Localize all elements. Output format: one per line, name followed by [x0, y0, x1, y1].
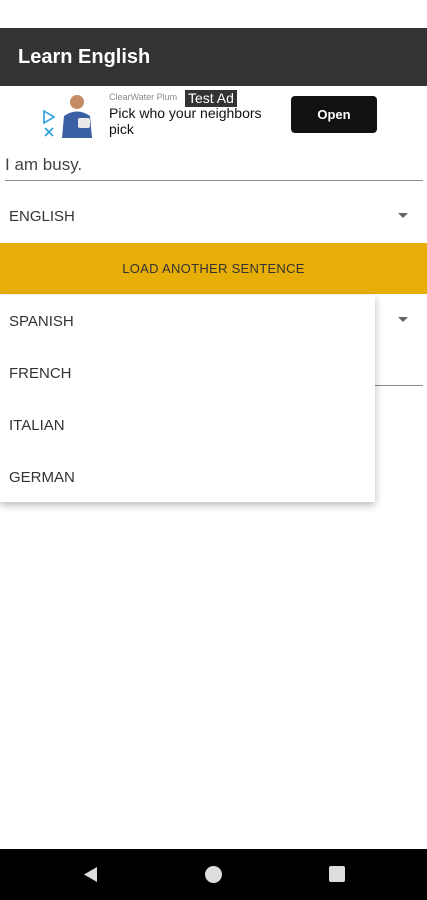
- app-bar: Learn English: [0, 28, 427, 86]
- ad-brand-name: ClearWater Plum: [109, 92, 178, 102]
- back-icon[interactable]: [82, 866, 98, 883]
- language-dropdown-menu: SPANISH FRENCH ITALIAN GERMAN: [0, 295, 375, 502]
- dropdown-arrow-icon: [398, 213, 408, 218]
- menu-item-spanish[interactable]: SPANISH: [0, 295, 375, 347]
- load-another-sentence-button[interactable]: LOAD ANOTHER SENTENCE: [0, 243, 427, 294]
- ad-headline[interactable]: Pick who your neighbors pick: [109, 105, 285, 137]
- status-bar: [0, 0, 427, 28]
- navigation-bar: [0, 849, 427, 900]
- ad-open-button[interactable]: Open: [291, 96, 377, 133]
- recents-icon[interactable]: [329, 866, 345, 882]
- source-language-label: ENGLISH: [9, 208, 75, 225]
- home-icon[interactable]: [205, 866, 222, 883]
- dropdown-arrow-icon: [398, 317, 408, 322]
- app-title: Learn English: [18, 45, 151, 68]
- ad-banner[interactable]: ClearWater Plum Pick who your neighbors …: [40, 88, 388, 140]
- ad-choices-icon[interactable]: [42, 108, 56, 138]
- translation-field-underline: [375, 385, 423, 386]
- sentence-field[interactable]: I am busy.: [5, 152, 423, 181]
- menu-item-french[interactable]: FRENCH: [0, 347, 375, 399]
- menu-item-german[interactable]: GERMAN: [0, 451, 375, 503]
- menu-item-italian[interactable]: ITALIAN: [0, 399, 375, 451]
- advertiser-photo: [62, 95, 92, 138]
- source-language-spinner[interactable]: ENGLISH: [0, 192, 422, 242]
- test-ad-label: Test Ad: [185, 90, 237, 107]
